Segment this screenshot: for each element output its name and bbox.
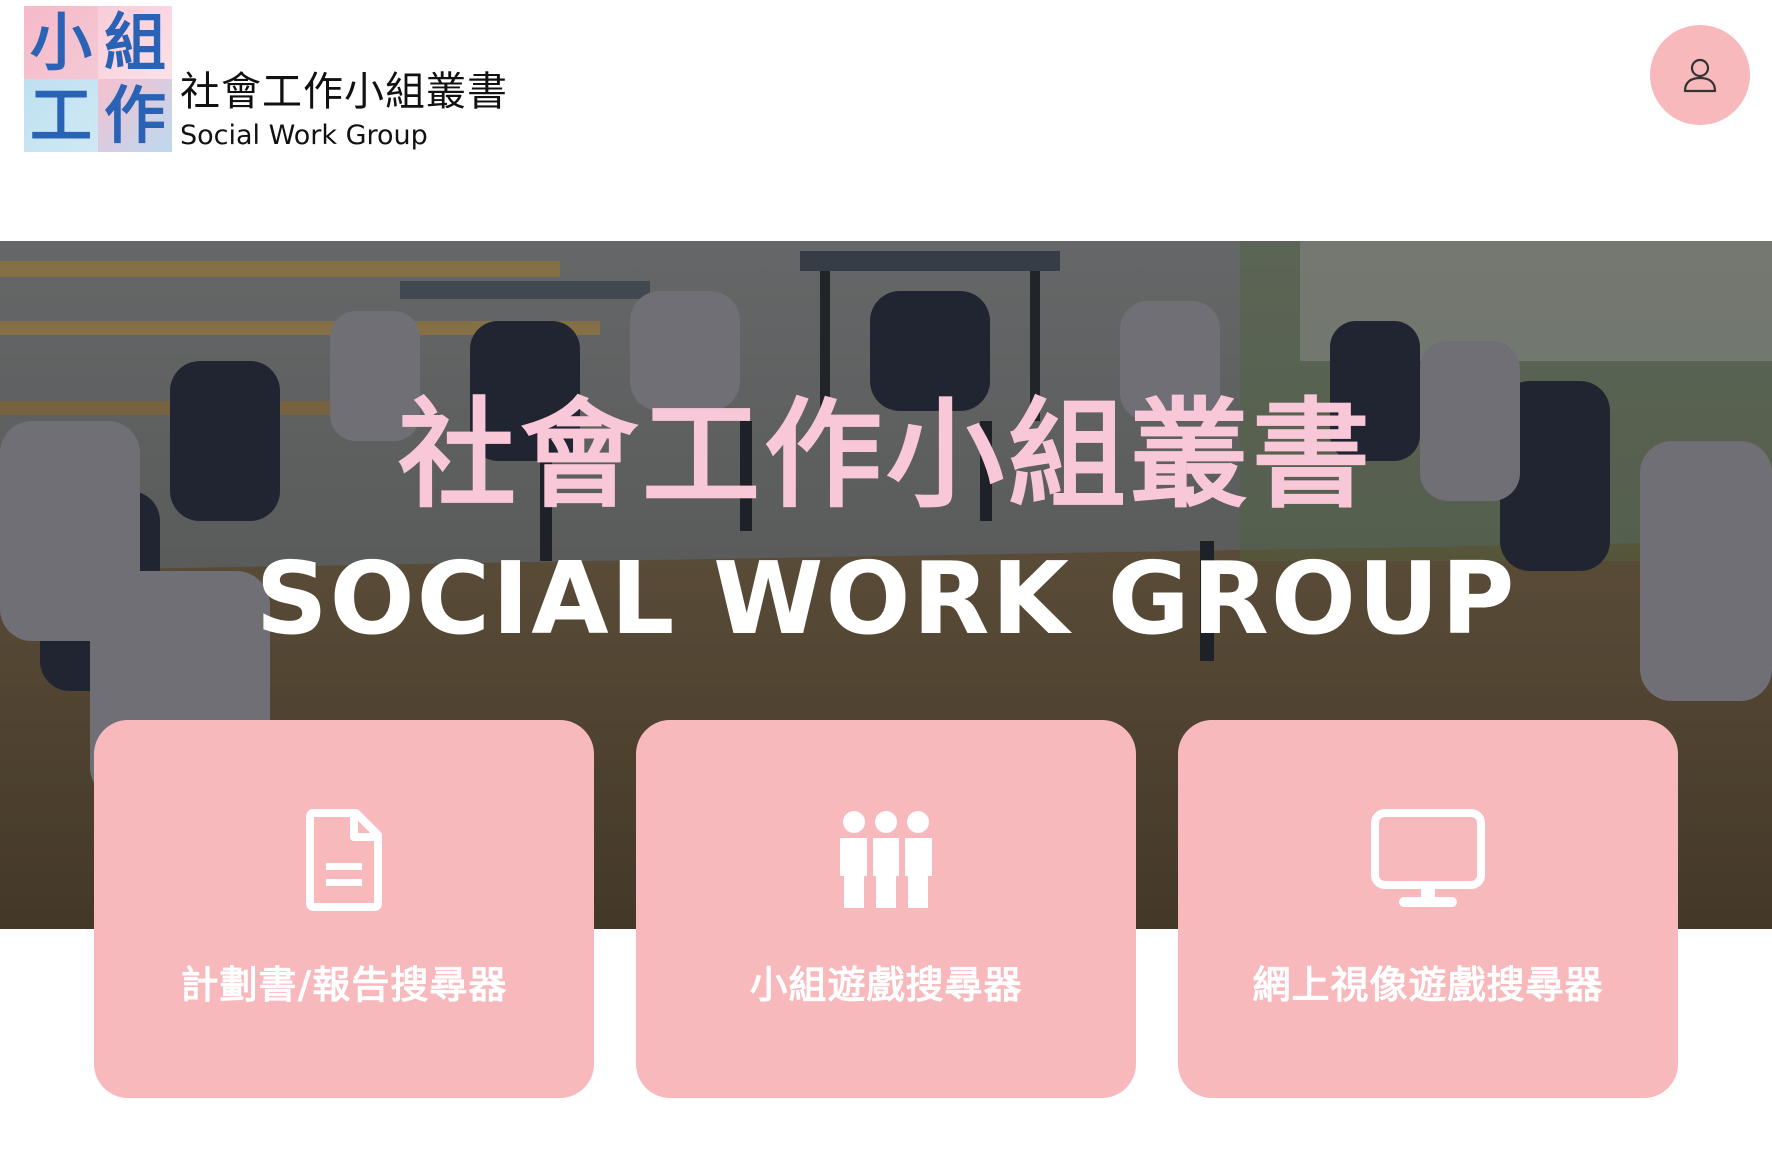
user-icon [1683,58,1717,93]
hero-title-zh: 社會工作小組叢書 [397,386,1374,524]
card-label: 計劃書/報告搜尋器 [180,963,508,1007]
card-proposal-report-search[interactable]: 計劃書/報告搜尋器 [94,720,594,1098]
card-online-video-game-search[interactable]: 網上視像遊戲搜尋器 [1178,720,1678,1098]
user-account-button[interactable] [1650,25,1750,125]
logo-mark-char: 組 [98,6,172,79]
card-label: 網上視像遊戲搜尋器 [1252,963,1604,1007]
card-group-game-search[interactable]: 小組遊戲搜尋器 [636,720,1136,1098]
page: 小 組 工 作 社會工作小組叢書 Social Work Group 社會工作小… [0,0,1772,1157]
logo-title-en: Social Work Group [180,119,428,151]
document-icon [304,808,384,912]
logo-mark: 小 組 工 作 [24,6,172,152]
hero-title-en: SOCIAL WORK GROUP [255,540,1517,657]
logo-title-zh: 社會工作小組叢書 [180,68,508,115]
card-label: 小組遊戲搜尋器 [749,963,1023,1007]
logo-mark-char: 作 [98,79,172,152]
site-logo[interactable]: 小 組 工 作 社會工作小組叢書 Social Work Group [24,6,508,152]
site-header: 小 組 工 作 社會工作小組叢書 Social Work Group [0,0,1772,241]
monitor-icon [1371,808,1485,912]
logo-text: 社會工作小組叢書 Social Work Group [180,70,508,152]
logo-mark-char: 小 [24,6,98,79]
logo-mark-char: 工 [24,79,98,152]
people-group-icon [834,808,938,912]
